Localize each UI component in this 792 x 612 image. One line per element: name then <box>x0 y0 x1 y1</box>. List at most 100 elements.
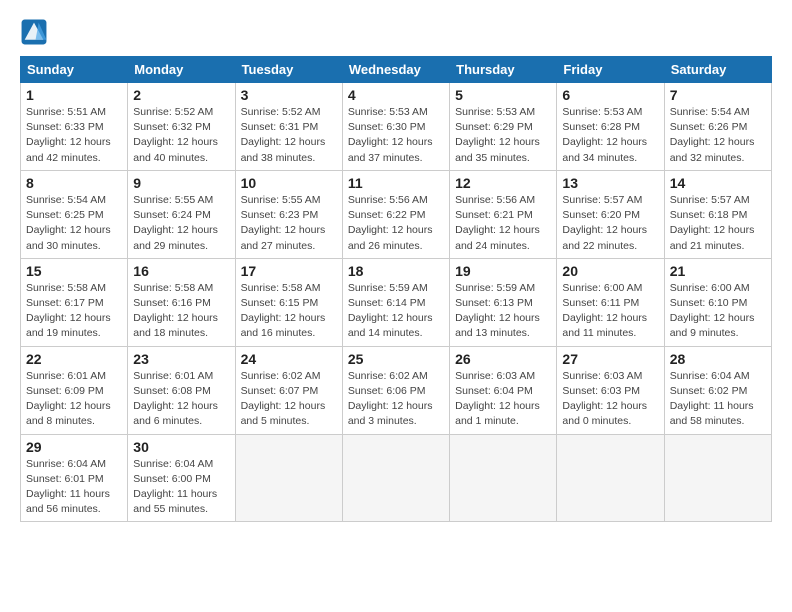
calendar-cell: 19Sunrise: 5:59 AMSunset: 6:13 PMDayligh… <box>450 258 557 346</box>
calendar-cell: 8 Sunrise: 5:54 AMSunset: 6:25 PMDaylight… <box>21 170 128 258</box>
calendar-cell: 29 Sunrise: 6:04 AMSunset: 6:01 PMDayligh… <box>21 434 128 522</box>
header-sunday: Sunday <box>21 57 128 83</box>
calendar-cell: 18Sunrise: 5:59 AMSunset: 6:14 PMDayligh… <box>342 258 449 346</box>
day-number: 21 <box>670 263 766 279</box>
day-info: Sunrise: 6:00 AMSunset: 6:11 PMDaylight:… <box>562 281 658 342</box>
calendar-cell: 22Sunrise: 6:01 AMSunset: 6:09 PMDayligh… <box>21 346 128 434</box>
header-tuesday: Tuesday <box>235 57 342 83</box>
day-number: 8 <box>26 175 122 191</box>
calendar-cell: 11 Sunrise: 5:56 AMSunset: 6:22 PMDayligh… <box>342 170 449 258</box>
day-number: 19 <box>455 263 551 279</box>
day-number: 5 <box>455 87 551 103</box>
calendar-cell: 12Sunrise: 5:56 AMSunset: 6:21 PMDayligh… <box>450 170 557 258</box>
calendar-cell: 16 Sunrise: 5:58 AMSunset: 6:16 PMDayligh… <box>128 258 235 346</box>
day-number: 14 <box>670 175 766 191</box>
day-info: Sunrise: 5:53 AMSunset: 6:30 PMDaylight:… <box>348 105 444 166</box>
day-number: 29 <box>26 439 122 455</box>
day-info: Sunrise: 6:04 AMSunset: 6:01 PMDaylight:… <box>26 457 122 518</box>
calendar-header-row: SundayMondayTuesdayWednesdayThursdayFrid… <box>21 57 772 83</box>
day-number: 15 <box>26 263 122 279</box>
day-info: Sunrise: 6:00 AMSunset: 6:10 PMDaylight:… <box>670 281 766 342</box>
day-number: 9 <box>133 175 229 191</box>
day-number: 26 <box>455 351 551 367</box>
calendar-week-4: 22Sunrise: 6:01 AMSunset: 6:09 PMDayligh… <box>21 346 772 434</box>
calendar-week-3: 15 Sunrise: 5:58 AMSunset: 6:17 PMDayligh… <box>21 258 772 346</box>
header-saturday: Saturday <box>664 57 771 83</box>
header-thursday: Thursday <box>450 57 557 83</box>
calendar-cell <box>450 434 557 522</box>
calendar-cell: 1 Sunrise: 5:51 AMSunset: 6:33 PMDaylight… <box>21 83 128 171</box>
day-info: Sunrise: 6:04 AMSunset: 6:02 PMDaylight:… <box>670 369 766 430</box>
calendar-week-2: 8 Sunrise: 5:54 AMSunset: 6:25 PMDaylight… <box>21 170 772 258</box>
header-monday: Monday <box>128 57 235 83</box>
day-info: Sunrise: 6:01 AMSunset: 6:09 PMDaylight:… <box>26 369 122 430</box>
day-number: 16 <box>133 263 229 279</box>
day-info: Sunrise: 6:01 AMSunset: 6:08 PMDaylight:… <box>133 369 229 430</box>
day-info: Sunrise: 6:03 AMSunset: 6:04 PMDaylight:… <box>455 369 551 430</box>
calendar-cell: 23 Sunrise: 6:01 AMSunset: 6:08 PMDayligh… <box>128 346 235 434</box>
day-number: 7 <box>670 87 766 103</box>
day-number: 10 <box>241 175 337 191</box>
calendar-cell <box>557 434 664 522</box>
calendar-cell <box>664 434 771 522</box>
header <box>20 18 772 46</box>
calendar-cell: 10 Sunrise: 5:55 AMSunset: 6:23 PMDayligh… <box>235 170 342 258</box>
calendar-cell: 30 Sunrise: 6:04 AMSunset: 6:00 PMDayligh… <box>128 434 235 522</box>
day-info: Sunrise: 5:54 AMSunset: 6:25 PMDaylight:… <box>26 193 122 254</box>
day-info: Sunrise: 5:52 AMSunset: 6:32 PMDaylight:… <box>133 105 229 166</box>
calendar-cell: 7 Sunrise: 5:54 AMSunset: 6:26 PMDaylight… <box>664 83 771 171</box>
day-number: 11 <box>348 175 444 191</box>
day-info: Sunrise: 5:56 AMSunset: 6:22 PMDaylight:… <box>348 193 444 254</box>
calendar-cell: 13Sunrise: 5:57 AMSunset: 6:20 PMDayligh… <box>557 170 664 258</box>
header-friday: Friday <box>557 57 664 83</box>
day-number: 30 <box>133 439 229 455</box>
calendar-cell: 27Sunrise: 6:03 AMSunset: 6:03 PMDayligh… <box>557 346 664 434</box>
day-info: Sunrise: 5:57 AMSunset: 6:18 PMDaylight:… <box>670 193 766 254</box>
day-number: 23 <box>133 351 229 367</box>
day-info: Sunrise: 5:58 AMSunset: 6:15 PMDaylight:… <box>241 281 337 342</box>
calendar-cell: 2 Sunrise: 5:52 AMSunset: 6:32 PMDaylight… <box>128 83 235 171</box>
day-info: Sunrise: 5:55 AMSunset: 6:23 PMDaylight:… <box>241 193 337 254</box>
day-info: Sunrise: 5:54 AMSunset: 6:26 PMDaylight:… <box>670 105 766 166</box>
day-info: Sunrise: 5:58 AMSunset: 6:16 PMDaylight:… <box>133 281 229 342</box>
calendar-cell: 4 Sunrise: 5:53 AMSunset: 6:30 PMDaylight… <box>342 83 449 171</box>
day-number: 1 <box>26 87 122 103</box>
day-info: Sunrise: 5:51 AMSunset: 6:33 PMDaylight:… <box>26 105 122 166</box>
calendar-cell: 9Sunrise: 5:55 AMSunset: 6:24 PMDaylight… <box>128 170 235 258</box>
calendar-cell: 20 Sunrise: 6:00 AMSunset: 6:11 PMDayligh… <box>557 258 664 346</box>
day-number: 24 <box>241 351 337 367</box>
day-info: Sunrise: 5:53 AMSunset: 6:29 PMDaylight:… <box>455 105 551 166</box>
day-number: 4 <box>348 87 444 103</box>
day-info: Sunrise: 6:02 AMSunset: 6:06 PMDaylight:… <box>348 369 444 430</box>
calendar-cell: 15 Sunrise: 5:58 AMSunset: 6:17 PMDayligh… <box>21 258 128 346</box>
day-number: 20 <box>562 263 658 279</box>
calendar-week-5: 29 Sunrise: 6:04 AMSunset: 6:01 PMDayligh… <box>21 434 772 522</box>
calendar-cell: 28Sunrise: 6:04 AMSunset: 6:02 PMDayligh… <box>664 346 771 434</box>
day-info: Sunrise: 5:58 AMSunset: 6:17 PMDaylight:… <box>26 281 122 342</box>
day-number: 6 <box>562 87 658 103</box>
day-info: Sunrise: 6:04 AMSunset: 6:00 PMDaylight:… <box>133 457 229 518</box>
day-number: 17 <box>241 263 337 279</box>
day-info: Sunrise: 5:59 AMSunset: 6:14 PMDaylight:… <box>348 281 444 342</box>
calendar-cell: 26 Sunrise: 6:03 AMSunset: 6:04 PMDayligh… <box>450 346 557 434</box>
calendar-cell: 24 Sunrise: 6:02 AMSunset: 6:07 PMDayligh… <box>235 346 342 434</box>
calendar-week-1: 1 Sunrise: 5:51 AMSunset: 6:33 PMDaylight… <box>21 83 772 171</box>
calendar-cell: 21 Sunrise: 6:00 AMSunset: 6:10 PMDayligh… <box>664 258 771 346</box>
calendar-cell: 5 Sunrise: 5:53 AMSunset: 6:29 PMDaylight… <box>450 83 557 171</box>
day-info: Sunrise: 5:52 AMSunset: 6:31 PMDaylight:… <box>241 105 337 166</box>
calendar-cell: 14 Sunrise: 5:57 AMSunset: 6:18 PMDayligh… <box>664 170 771 258</box>
calendar-table: SundayMondayTuesdayWednesdayThursdayFrid… <box>20 56 772 522</box>
day-number: 2 <box>133 87 229 103</box>
day-number: 27 <box>562 351 658 367</box>
day-info: Sunrise: 6:02 AMSunset: 6:07 PMDaylight:… <box>241 369 337 430</box>
page: SundayMondayTuesdayWednesdayThursdayFrid… <box>0 0 792 532</box>
calendar-cell <box>342 434 449 522</box>
day-number: 3 <box>241 87 337 103</box>
calendar-cell: 17 Sunrise: 5:58 AMSunset: 6:15 PMDayligh… <box>235 258 342 346</box>
day-number: 25 <box>348 351 444 367</box>
calendar-cell: 3 Sunrise: 5:52 AMSunset: 6:31 PMDaylight… <box>235 83 342 171</box>
day-info: Sunrise: 5:53 AMSunset: 6:28 PMDaylight:… <box>562 105 658 166</box>
day-number: 13 <box>562 175 658 191</box>
logo <box>20 18 52 46</box>
day-info: Sunrise: 5:56 AMSunset: 6:21 PMDaylight:… <box>455 193 551 254</box>
